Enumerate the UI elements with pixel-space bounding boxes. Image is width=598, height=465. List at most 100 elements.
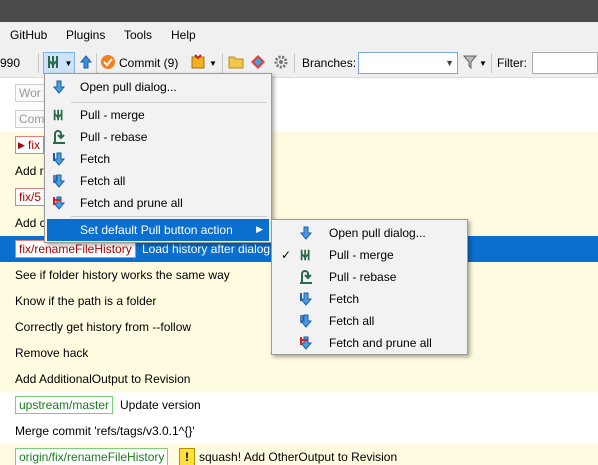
pull-rebase-icon bbox=[298, 269, 314, 285]
commit-message: Add r bbox=[15, 164, 44, 178]
toolbar-separator bbox=[96, 53, 97, 73]
submenu-item-pull-merge[interactable]: ✓ Pull - merge bbox=[274, 244, 465, 266]
chevron-down-icon[interactable]: ▼ bbox=[209, 59, 217, 68]
commit-button-icon-wrap[interactable] bbox=[100, 54, 116, 72]
chevron-down-icon: ▼ bbox=[445, 58, 454, 68]
menu-item-pull-merge[interactable]: Pull - merge bbox=[47, 104, 269, 126]
menu-item-fetch[interactable]: Fetch bbox=[47, 148, 269, 170]
pull-rebase-icon bbox=[51, 129, 67, 145]
stash-split-button[interactable] bbox=[187, 53, 209, 73]
branches-combo[interactable]: ▼ bbox=[358, 52, 458, 74]
commit-message: Remove hack bbox=[15, 346, 89, 360]
branch-filter-button[interactable]: ▼ bbox=[462, 54, 488, 72]
menu-item-label: Pull - merge bbox=[329, 248, 394, 262]
menu-github[interactable]: GitHub bbox=[10, 28, 47, 42]
submenu-item-pull-rebase[interactable]: Pull - rebase bbox=[274, 266, 465, 288]
chevron-down-icon: ▼ bbox=[64, 58, 73, 68]
pull-merge-icon bbox=[46, 54, 62, 73]
menu-item-label: Fetch all bbox=[329, 314, 375, 328]
fetch-all-icon bbox=[298, 313, 314, 329]
menu-help[interactable]: Help bbox=[171, 28, 196, 42]
menu-item-label: Open pull dialog... bbox=[80, 80, 177, 94]
submenu-item-fetch-all[interactable]: Fetch all bbox=[274, 310, 465, 332]
git-extensions-button[interactable] bbox=[249, 54, 267, 72]
menu-item-label: Pull - rebase bbox=[80, 130, 148, 144]
branch-tag-label: fix bbox=[28, 138, 40, 152]
fetch-prune-icon bbox=[51, 195, 67, 211]
menu-item-label: Fetch bbox=[80, 152, 111, 166]
pull-split-button[interactable]: ▼ bbox=[43, 52, 75, 74]
triangle-right-icon: ▶ bbox=[18, 140, 25, 150]
default-pull-submenu: Open pull dialog... ✓ Pull - merge Pull … bbox=[271, 219, 468, 355]
table-row[interactable]: upstream/master Update version bbox=[0, 392, 598, 418]
settings-button[interactable] bbox=[272, 54, 290, 72]
stash-icon bbox=[190, 53, 206, 73]
commit-icon bbox=[100, 54, 116, 73]
filter-input[interactable] bbox=[532, 52, 598, 74]
filter-icon bbox=[462, 55, 478, 72]
pull-dialog-icon bbox=[51, 79, 67, 95]
submenu-item-fetch[interactable]: Fetch bbox=[274, 288, 465, 310]
fetch-icon bbox=[298, 291, 314, 307]
submenu-item-fetch-prune-all[interactable]: Fetch and prune all bbox=[274, 332, 465, 354]
pull-merge-icon bbox=[51, 107, 67, 123]
menu-item-label: Fetch and prune all bbox=[80, 196, 183, 210]
menu-item-pull-rebase[interactable]: Pull - rebase bbox=[47, 126, 269, 148]
menu-item-label: Set default Pull button action bbox=[80, 223, 233, 237]
remote-branch-tag: origin/fix/renameFileHistory bbox=[15, 448, 169, 465]
menu-item-fetch-prune-all[interactable]: Fetch and prune all bbox=[47, 192, 269, 214]
menu-item-label: Pull - rebase bbox=[329, 270, 397, 284]
commit-message: See if folder history works the same way bbox=[15, 268, 230, 282]
menu-item-label: Fetch and prune all bbox=[329, 336, 432, 350]
commit-message: Correctly get history from --follow bbox=[15, 320, 192, 334]
fetch-prune-icon bbox=[298, 335, 314, 351]
toolbar-separator bbox=[222, 53, 223, 73]
fetch-all-icon bbox=[51, 173, 67, 189]
submenu-item-open-pull-dialog[interactable]: Open pull dialog... bbox=[274, 222, 465, 244]
chevron-down-icon: ▼ bbox=[479, 58, 487, 68]
branches-label: Branches: bbox=[302, 56, 357, 70]
remote-branch-tag: upstream/master bbox=[15, 396, 114, 414]
commit-message: Load history after dialog bbox=[142, 242, 271, 256]
pull-merge-icon bbox=[298, 247, 314, 263]
window-titlebar bbox=[0, 0, 598, 22]
menu-plugins[interactable]: Plugins bbox=[66, 28, 105, 42]
menu-item-label: Fetch bbox=[329, 292, 360, 306]
checkmark-icon: ✓ bbox=[281, 248, 292, 262]
menu-tools[interactable]: Tools bbox=[124, 28, 152, 42]
gear-icon bbox=[273, 54, 289, 73]
open-folder-button[interactable] bbox=[227, 54, 245, 72]
menu-separator bbox=[71, 216, 267, 217]
toolbar-separator bbox=[38, 53, 39, 73]
commit-message: Update version bbox=[120, 398, 201, 412]
menu-item-label: Open pull dialog... bbox=[329, 226, 426, 240]
menu-separator bbox=[71, 102, 267, 103]
working-dir-placeholder: Wor bbox=[15, 84, 45, 102]
pull-dropdown-menu: Open pull dialog... Pull - merge Pull - … bbox=[44, 73, 272, 243]
pull-dialog-icon bbox=[298, 225, 314, 241]
push-button[interactable] bbox=[78, 54, 94, 72]
filter-label: Filter: bbox=[497, 56, 527, 70]
chevron-right-icon: ▶ bbox=[256, 224, 263, 234]
fetch-icon bbox=[51, 151, 67, 167]
toolbar-separator bbox=[491, 53, 492, 73]
commit-message: squash! Add OtherOutput to Revision bbox=[199, 450, 398, 464]
menu-item-label: Fetch all bbox=[80, 174, 126, 188]
folder-icon bbox=[228, 55, 244, 72]
menu-item-open-pull-dialog[interactable]: Open pull dialog... bbox=[47, 76, 269, 98]
menubar: GitHub Plugins Tools Help bbox=[0, 22, 598, 48]
warning-icon: ! bbox=[179, 448, 195, 465]
diamond-icon bbox=[250, 54, 266, 73]
menu-item-fetch-all[interactable]: Fetch all bbox=[47, 170, 269, 192]
table-row[interactable]: Add AdditionalOutput to Revision bbox=[0, 366, 598, 392]
table-row[interactable]: Merge commit 'refs/tags/v3.0.1^{}' bbox=[0, 418, 598, 444]
toolbar-separator bbox=[294, 53, 295, 73]
toolbar-left-fragment: 990 bbox=[0, 56, 21, 70]
table-row[interactable]: origin/fix/renameFileHistory ! squash! A… bbox=[0, 444, 598, 465]
commit-message: Merge commit 'refs/tags/v3.0.1^{}' bbox=[15, 424, 195, 438]
commit-button[interactable]: Commit (9) bbox=[119, 56, 178, 70]
push-icon bbox=[78, 54, 94, 73]
commit-message: Know if the path is a folder bbox=[15, 294, 157, 308]
menu-item-label: Pull - merge bbox=[80, 108, 145, 122]
menu-item-set-default-pull-action[interactable]: Set default Pull button action ▶ bbox=[47, 219, 269, 241]
